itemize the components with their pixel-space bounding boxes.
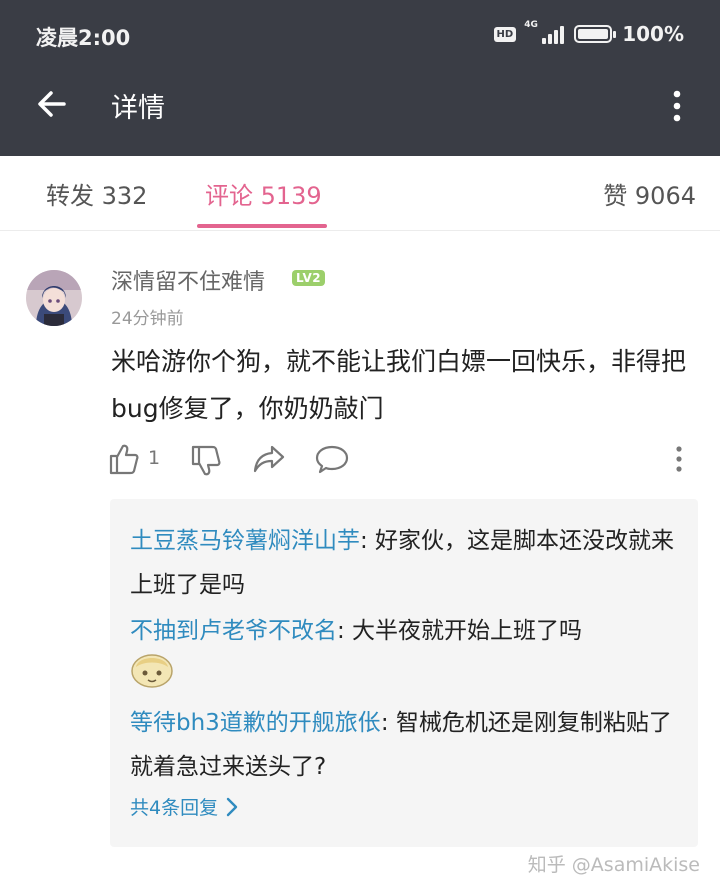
active-tab-indicator [197, 224, 327, 228]
reply-item: 不抽到卢老爷不改名: 大半夜就开始上班了吗 [130, 609, 678, 653]
network-type: 4G [524, 20, 538, 30]
thumbs-down-icon[interactable] [190, 444, 222, 478]
more-options-icon[interactable] [666, 88, 688, 124]
comment-more-icon[interactable] [670, 444, 688, 474]
chevron-right-icon [226, 797, 238, 816]
battery-percentage: 100% [622, 22, 684, 46]
reply-author[interactable]: 等待bh3道歉的开舰旅伥 [130, 710, 381, 736]
comment-timestamp: 24分钟前 [111, 309, 184, 329]
reply-item: 土豆蒸马铃薯焖洋山芋: 好家伙，这是脚本还没改就来上班了是吗 [130, 519, 678, 607]
status-icons: HD 4G 100% [493, 20, 684, 46]
comment-icon[interactable] [315, 444, 349, 474]
more-replies-label: 共4条回复 [130, 797, 219, 819]
reply-author[interactable]: 土豆蒸马铃薯焖洋山芋 [130, 528, 360, 554]
thumbs-up-icon[interactable] [108, 442, 140, 476]
app-header: 凌晨2:00 HD 4G 100% 详情 [0, 0, 720, 156]
status-time: 凌晨2:00 [36, 26, 131, 50]
battery-icon [574, 25, 617, 43]
page-title: 详情 [111, 93, 165, 124]
comment-username[interactable]: 深情留不住难情 [111, 264, 265, 296]
hd-icon: HD [493, 26, 517, 42]
tab-comments[interactable]: 评论 5139 [205, 176, 322, 211]
share-icon[interactable] [252, 444, 286, 474]
tab-likes[interactable]: 赞 9064 [603, 176, 696, 211]
comment-body: 米哈游你个狗，就不能让我们白嫖一回快乐，非得把bug修复了，你奶奶敲门 [111, 347, 687, 423]
avatar[interactable] [26, 270, 82, 326]
view-all-replies-link[interactable]: 共4条回复 [130, 793, 238, 820]
emoji-sticker-icon [131, 654, 173, 688]
replies-panel: 土豆蒸马铃薯焖洋山芋: 好家伙，这是脚本还没改就来上班了是吗 不抽到卢老爷不改名… [110, 499, 698, 847]
signal-icon: 4G [524, 20, 565, 44]
reply-item: 等待bh3道歉的开舰旅伥: 智械危机还是刚复制粘贴了就着急过来送头了? [130, 701, 678, 789]
reply-text: : 大半夜就开始上班了吗 [337, 618, 583, 644]
like-count: 1 [148, 447, 161, 469]
tab-bar: 转发 332 评论 5139 赞 9064 [0, 156, 720, 231]
reply-author[interactable]: 不抽到卢老爷不改名 [130, 618, 337, 644]
watermark: 知乎 @AsamiAkise [527, 854, 700, 876]
tab-forward[interactable]: 转发 332 [46, 176, 147, 211]
back-arrow-icon[interactable] [34, 86, 70, 122]
level-badge: LV2 [292, 270, 326, 286]
